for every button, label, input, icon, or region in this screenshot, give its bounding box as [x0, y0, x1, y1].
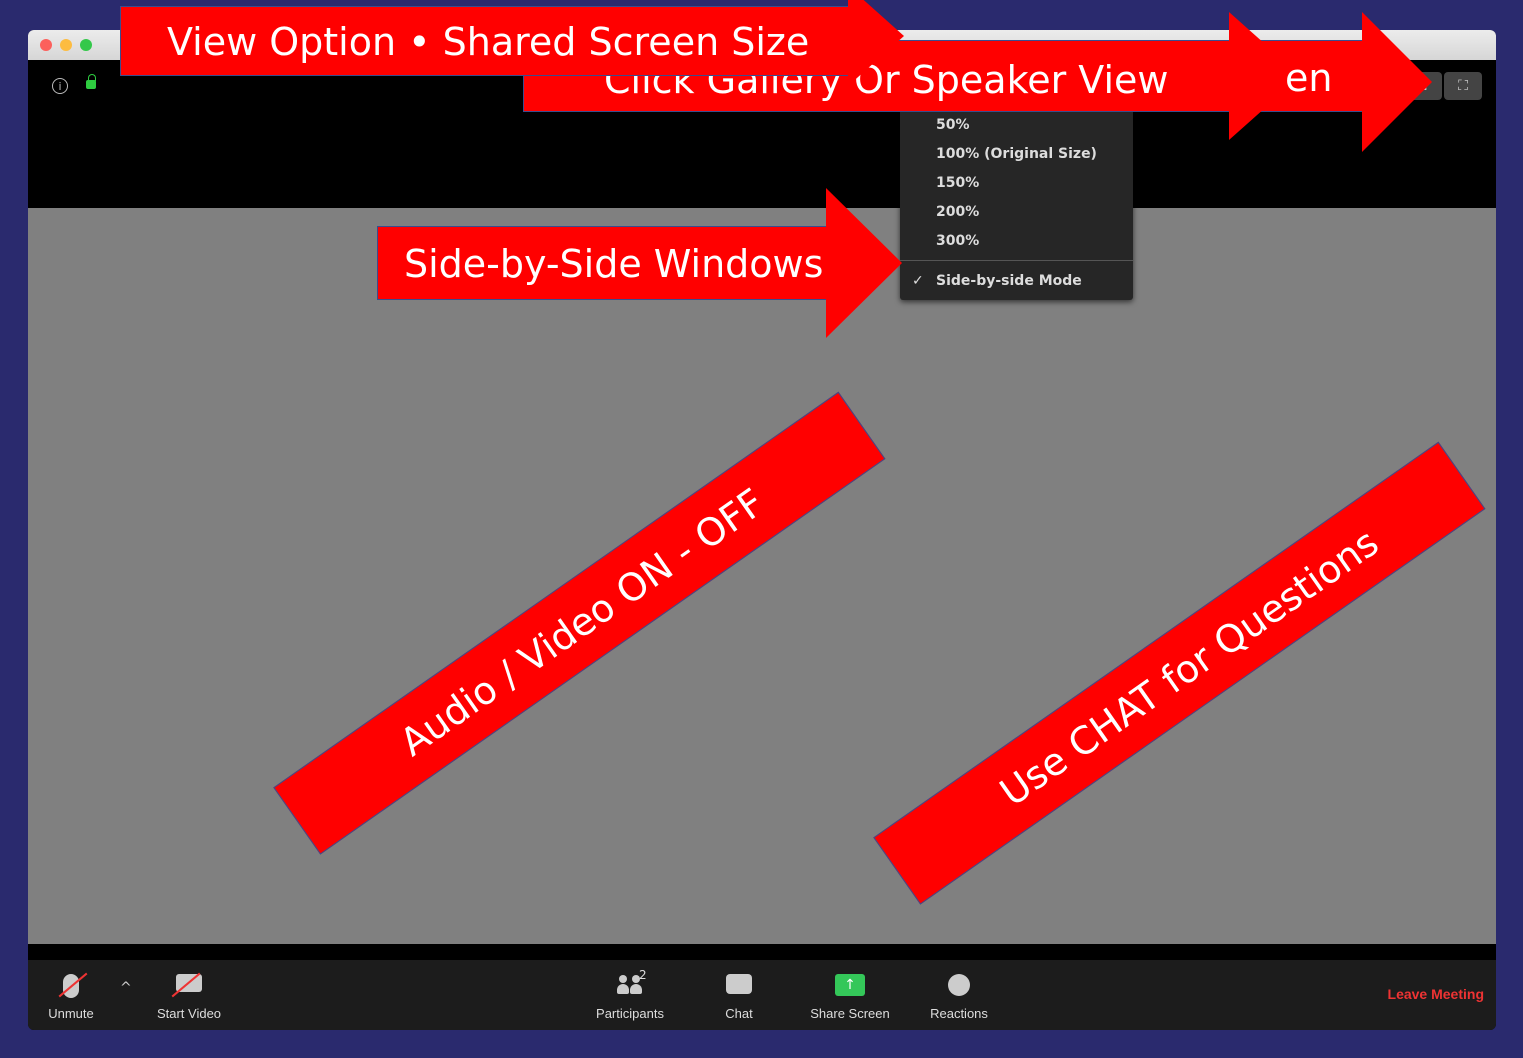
- view-options-menu: 50% 100% (Original Size) 150% 200% 300% …: [900, 105, 1133, 300]
- start-video-label: Start Video: [156, 1006, 222, 1021]
- view-option-text: View Option • Shared Screen Size: [120, 6, 850, 76]
- minimize-window-button[interactable]: [60, 39, 72, 51]
- unmute-label: Unmute: [48, 1006, 94, 1021]
- meeting-toolbar: Unmute ^ Start Video 2 Participants Chat…: [28, 960, 1496, 1030]
- participants-count: 2: [639, 968, 647, 982]
- close-window-button[interactable]: [40, 39, 52, 51]
- share-screen-label: Share Screen: [810, 1006, 890, 1021]
- participants-button[interactable]: 2 Participants: [575, 960, 685, 1030]
- chat-icon: [726, 974, 752, 994]
- side-by-side-text: Side-by-Side Windows: [377, 226, 829, 300]
- reactions-label: Reactions: [930, 1006, 988, 1021]
- menu-item-200[interactable]: 200%: [936, 204, 979, 220]
- info-icon[interactable]: i: [52, 78, 68, 94]
- audio-options-chevron-icon[interactable]: ^: [120, 980, 132, 996]
- reactions-button[interactable]: Reactions: [904, 960, 1014, 1030]
- lock-icon[interactable]: [86, 74, 96, 89]
- leave-meeting-button[interactable]: Leave Meeting: [1388, 986, 1484, 1002]
- share-screen-button[interactable]: ↑ Share Screen: [795, 960, 905, 1030]
- video-off-icon: [171, 972, 202, 998]
- menu-item-300[interactable]: 300%: [936, 233, 979, 249]
- chat-label: Chat: [725, 1006, 753, 1021]
- menu-item-150[interactable]: 150%: [936, 175, 979, 191]
- menu-item-100[interactable]: 100% (Original Size): [936, 146, 1097, 162]
- share-screen-icon: ↑: [835, 974, 865, 996]
- smiley-icon: [948, 974, 970, 996]
- menu-separator: [900, 260, 1133, 261]
- fullscreen-icon[interactable]: ⛶: [1444, 72, 1482, 100]
- maximize-window-button[interactable]: [80, 39, 92, 51]
- microphone-muted-icon: [58, 972, 88, 998]
- chat-button[interactable]: Chat: [684, 960, 794, 1030]
- menu-item-side-by-side[interactable]: Side-by-side Mode: [936, 273, 1082, 289]
- menu-item-50[interactable]: 50%: [936, 117, 970, 133]
- participants-label: Participants: [596, 1006, 664, 1021]
- checkmark-icon: ✓: [912, 273, 924, 289]
- fullscreen-partial-text: en: [1285, 56, 1333, 100]
- unmute-button[interactable]: Unmute: [28, 960, 126, 1030]
- start-video-button[interactable]: Start Video: [134, 960, 244, 1030]
